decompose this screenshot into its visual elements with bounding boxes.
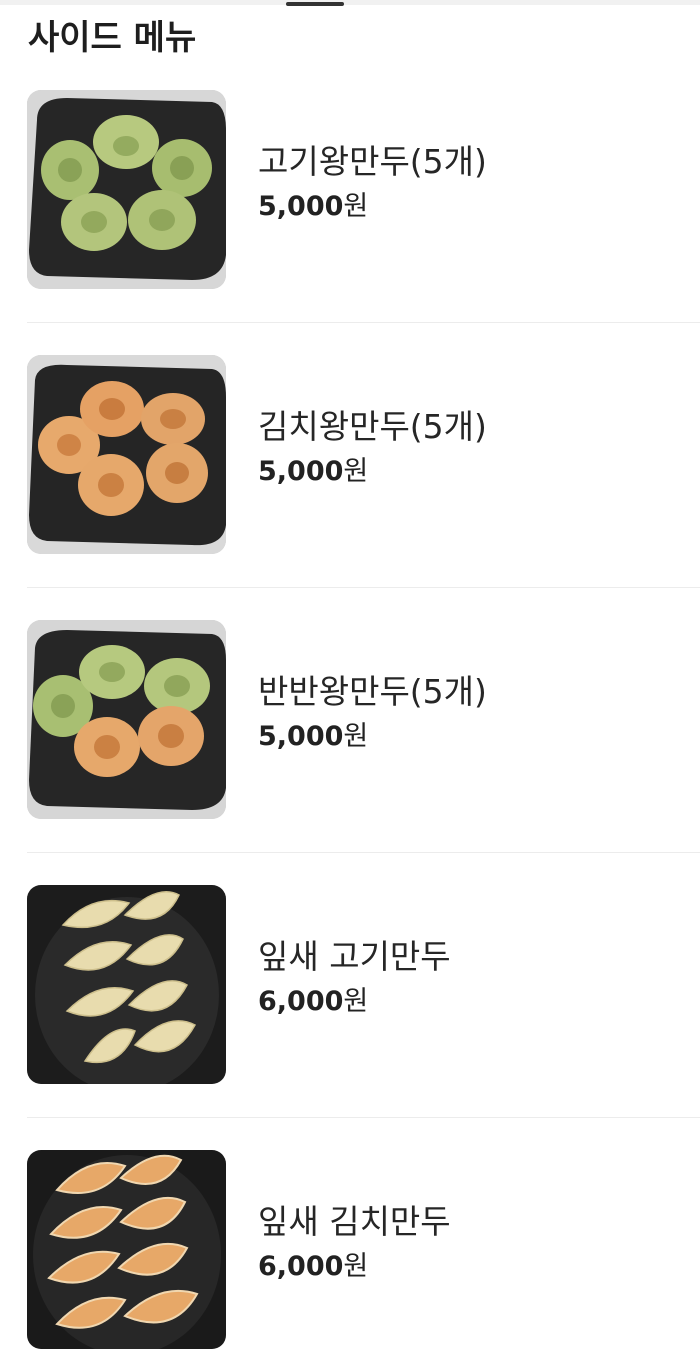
menu-item-photo xyxy=(27,1150,226,1349)
tab-indicator xyxy=(286,2,344,6)
menu-item-kimchi-wang-mandu[interactable]: 김치왕만두(5개) 5,000원 xyxy=(0,355,700,620)
menu-item-name: 고기왕만두(5개) xyxy=(258,142,487,181)
menu-item-text: 잎새 고기만두 6,000원 xyxy=(258,937,451,1017)
menu-item-text: 김치왕만두(5개) 5,000원 xyxy=(258,407,487,487)
menu-item-price: 6,000원 xyxy=(258,986,369,1017)
menu-item-price: 6,000원 xyxy=(258,1251,369,1282)
menu-item-photo xyxy=(27,885,226,1084)
menu-item-photo xyxy=(27,355,226,554)
menu-item-name: 반반왕만두(5개) xyxy=(258,672,487,711)
menu-item-text: 고기왕만두(5개) 5,000원 xyxy=(258,142,487,222)
menu-item-photo xyxy=(27,90,226,289)
menu-item-name: 잎새 김치만두 xyxy=(258,1202,451,1241)
menu-item-text: 잎새 김치만두 6,000원 xyxy=(258,1202,451,1282)
menu-item-banban-wang-mandu[interactable]: 반반왕만두(5개) 5,000원 xyxy=(0,620,700,885)
menu-item-ipsae-gogi-mandu[interactable]: 잎새 고기만두 6,000원 xyxy=(0,885,700,1150)
menu-item-price: 5,000원 xyxy=(258,456,369,487)
top-scroll-track xyxy=(0,0,700,5)
side-menu-page: 사이드 메뉴 고기왕만두(5개) 5,000원 김치왕만두(5개) 5,000원… xyxy=(0,0,700,1364)
menu-item-name: 잎새 고기만두 xyxy=(258,937,451,976)
menu-item-price: 5,000원 xyxy=(258,191,369,222)
menu-item-photo xyxy=(27,620,226,819)
section-title: 사이드 메뉴 xyxy=(28,18,197,58)
menu-item-price: 5,000원 xyxy=(258,721,369,752)
menu-item-gogi-wang-mandu[interactable]: 고기왕만두(5개) 5,000원 xyxy=(0,90,700,355)
menu-item-name: 김치왕만두(5개) xyxy=(258,407,487,446)
menu-item-ipsae-kimchi-mandu[interactable]: 잎새 김치만두 6,000원 xyxy=(0,1150,700,1364)
menu-item-text: 반반왕만두(5개) 5,000원 xyxy=(258,672,487,752)
menu-list: 고기왕만두(5개) 5,000원 김치왕만두(5개) 5,000원 반반왕만두(… xyxy=(0,90,700,1364)
